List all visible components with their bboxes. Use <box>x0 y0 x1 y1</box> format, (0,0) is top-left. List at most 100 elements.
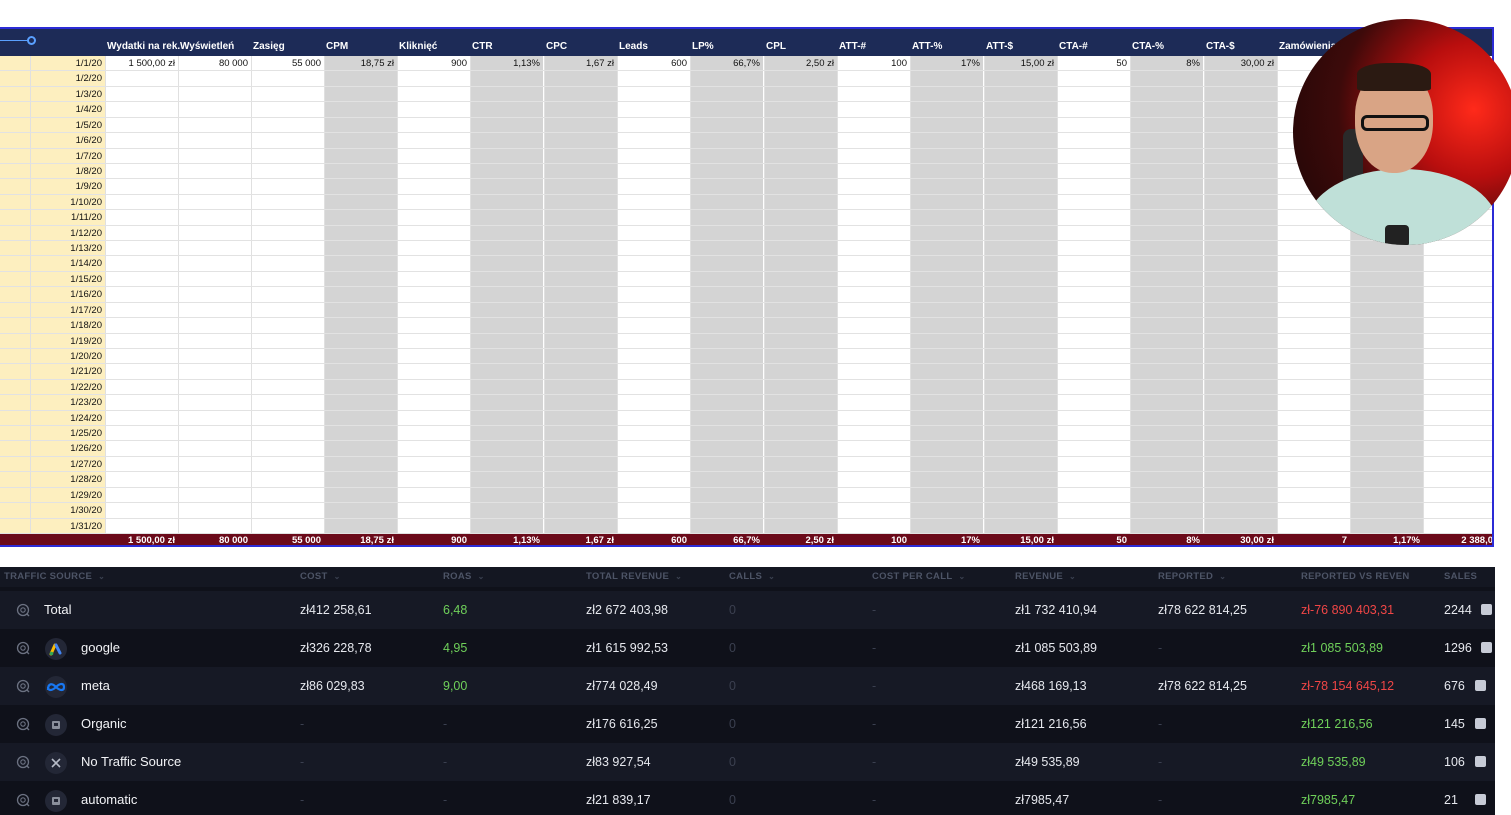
column-header[interactable]: CTA-# <box>1059 41 1088 52</box>
value-cell[interactable]: 1,67 zł <box>544 56 614 71</box>
header-reported[interactable]: REPORTED ⌄ <box>1158 571 1226 582</box>
column-header[interactable]: Wydatki na rek. <box>107 41 180 52</box>
zoom-icon[interactable] <box>16 679 30 693</box>
column-header[interactable]: CTA-% <box>1132 41 1164 52</box>
date-cell[interactable]: 1/10/20 <box>30 195 102 210</box>
traffic-row[interactable]: automatic - - zł21 839,17 0 - zł7985,47 - zł7985… <box>0 781 1495 815</box>
date-cell[interactable]: 1/18/20 <box>30 318 102 333</box>
date-cell[interactable]: 1/23/20 <box>30 395 102 410</box>
header-sales[interactable]: SALES <box>1444 571 1477 582</box>
value-cell[interactable]: 30,00 zł <box>1204 56 1274 71</box>
zoom-icon[interactable] <box>16 793 30 807</box>
traffic-row[interactable]: meta zł86 029,83 9,00 zł774 028,49 0 - zł468 1… <box>0 667 1495 705</box>
sheet-row[interactable]: 1/3/20 <box>0 87 1492 103</box>
date-cell[interactable]: 1/17/20 <box>30 303 102 318</box>
sheet-row[interactable]: 1/21/20 <box>0 364 1492 380</box>
sales-detail-icon[interactable] <box>1475 718 1486 729</box>
sheet-row[interactable]: 1/31/20 <box>0 519 1492 534</box>
sheet-row[interactable]: 1/25/20 <box>0 426 1492 442</box>
sales-detail-icon[interactable] <box>1481 604 1492 615</box>
sheet-row[interactable]: 1/29/20 <box>0 488 1492 504</box>
traffic-row[interactable]: No Traffic Source - - zł83 927,54 0 - zł49 535… <box>0 743 1495 781</box>
sheet-row[interactable]: 1/15/20 <box>0 272 1492 288</box>
date-cell[interactable]: 1/19/20 <box>30 334 102 349</box>
source-name[interactable]: Total <box>44 602 71 617</box>
date-cell[interactable]: 1/3/20 <box>30 87 102 102</box>
sales-detail-icon[interactable] <box>1481 642 1492 653</box>
column-header[interactable]: Leads <box>619 41 648 52</box>
sheet-row[interactable]: 1/30/20 <box>0 503 1492 519</box>
sheet-row[interactable]: 1/19/20 <box>0 334 1492 349</box>
source-name[interactable]: automatic <box>81 792 137 807</box>
traffic-row[interactable]: google zł326 228,78 4,95 zł1 615 992,53 0 - zł… <box>0 629 1495 667</box>
date-cell[interactable]: 1/26/20 <box>30 441 102 456</box>
header-calls[interactable]: CALLS ⌄ <box>729 571 775 582</box>
date-cell[interactable]: 1/4/20 <box>30 102 102 117</box>
column-header[interactable]: CPM <box>326 41 348 52</box>
column-header[interactable]: ATT-$ <box>986 41 1013 52</box>
date-cell[interactable]: 1/9/20 <box>30 179 102 194</box>
column-header[interactable]: ATT-% <box>912 41 942 52</box>
value-cell[interactable]: 2,50 zł <box>764 56 834 71</box>
zoom-icon[interactable] <box>16 641 30 655</box>
value-cell[interactable]: 66,7% <box>690 56 760 71</box>
date-cell[interactable]: 1/31/20 <box>30 519 102 534</box>
sheet-row[interactable]: 1/26/20 <box>0 441 1492 457</box>
date-cell[interactable]: 1/29/20 <box>30 488 102 503</box>
value-cell[interactable]: 80 000 <box>178 56 248 71</box>
sheet-row[interactable]: 1/6/20 <box>0 133 1492 149</box>
source-name[interactable]: google <box>81 640 120 655</box>
column-header[interactable]: Wyświetleń <box>180 41 234 52</box>
date-cell[interactable]: 1/11/20 <box>30 210 102 225</box>
value-cell[interactable]: 15,00 zł <box>984 56 1054 71</box>
header-cost[interactable]: COST ⌄ <box>300 571 341 582</box>
date-cell[interactable]: 1/1/20 <box>30 56 102 71</box>
sheet-row[interactable]: 1/14/20 <box>0 256 1492 272</box>
sheet-row[interactable]: 1/18/20 <box>0 318 1492 334</box>
header-total-revenue[interactable]: TOTAL REVENUE ⌄ <box>586 571 682 582</box>
value-cell[interactable]: 8% <box>1130 56 1200 71</box>
date-cell[interactable]: 1/16/20 <box>30 287 102 302</box>
sheet-row[interactable]: 1/11/20 <box>0 210 1492 226</box>
date-cell[interactable]: 1/20/20 <box>30 349 102 364</box>
sales-detail-icon[interactable] <box>1475 756 1486 767</box>
column-header[interactable]: Kliknięć <box>399 41 437 52</box>
zoom-icon[interactable] <box>16 755 30 769</box>
sheet-row[interactable]: 1/8/20 <box>0 164 1492 180</box>
traffic-row[interactable]: Organic - - zł176 616,25 0 - zł121 216,56 - zł12… <box>0 705 1495 743</box>
sheet-row[interactable]: 1/24/20 <box>0 411 1492 427</box>
sheet-row[interactable]: 1/2/20 <box>0 71 1492 87</box>
sheet-row[interactable]: 1/16/20 <box>0 287 1492 303</box>
header-traffic-source[interactable]: TRAFFIC SOURCE ⌄ <box>4 571 105 582</box>
sheet-row[interactable]: 1/20/20 <box>0 349 1492 365</box>
header-roas[interactable]: ROAS ⌄ <box>443 571 485 582</box>
column-header[interactable]: ATT-# <box>839 41 866 52</box>
zoom-icon[interactable] <box>16 603 30 617</box>
date-cell[interactable]: 1/6/20 <box>30 133 102 148</box>
sheet-row[interactable]: 1/4/20 <box>0 102 1492 118</box>
date-cell[interactable]: 1/30/20 <box>30 503 102 518</box>
source-name[interactable]: Organic <box>81 716 127 731</box>
date-cell[interactable]: 1/21/20 <box>30 364 102 379</box>
value-cell[interactable]: 1,13% <box>470 56 540 71</box>
sheet-row[interactable]: 1/22/20 <box>0 380 1492 396</box>
value-cell[interactable]: 55 000 <box>251 56 321 71</box>
date-cell[interactable]: 1/28/20 <box>30 472 102 487</box>
date-cell[interactable]: 1/24/20 <box>30 411 102 426</box>
value-cell[interactable]: 50 <box>1057 56 1127 71</box>
date-cell[interactable]: 1/12/20 <box>30 226 102 241</box>
value-cell[interactable]: 17% <box>910 56 980 71</box>
column-header[interactable]: CTR <box>472 41 493 52</box>
sheet-row[interactable]: 1/17/20 <box>0 303 1492 319</box>
value-cell[interactable]: 18,75 zł <box>324 56 394 71</box>
date-cell[interactable]: 1/14/20 <box>30 256 102 271</box>
date-cell[interactable]: 1/15/20 <box>30 272 102 287</box>
date-cell[interactable]: 1/7/20 <box>30 149 102 164</box>
header-revenue[interactable]: REVENUE ⌄ <box>1015 571 1076 582</box>
header-reported-vs-revenue[interactable]: REPORTED VS REVEN <box>1301 571 1410 582</box>
column-header[interactable]: Zasięg <box>253 41 285 52</box>
sheet-row[interactable]: 1/5/20 <box>0 118 1492 134</box>
value-cell[interactable]: 900 <box>397 56 467 71</box>
source-name[interactable]: meta <box>81 678 110 693</box>
date-cell[interactable]: 1/8/20 <box>30 164 102 179</box>
